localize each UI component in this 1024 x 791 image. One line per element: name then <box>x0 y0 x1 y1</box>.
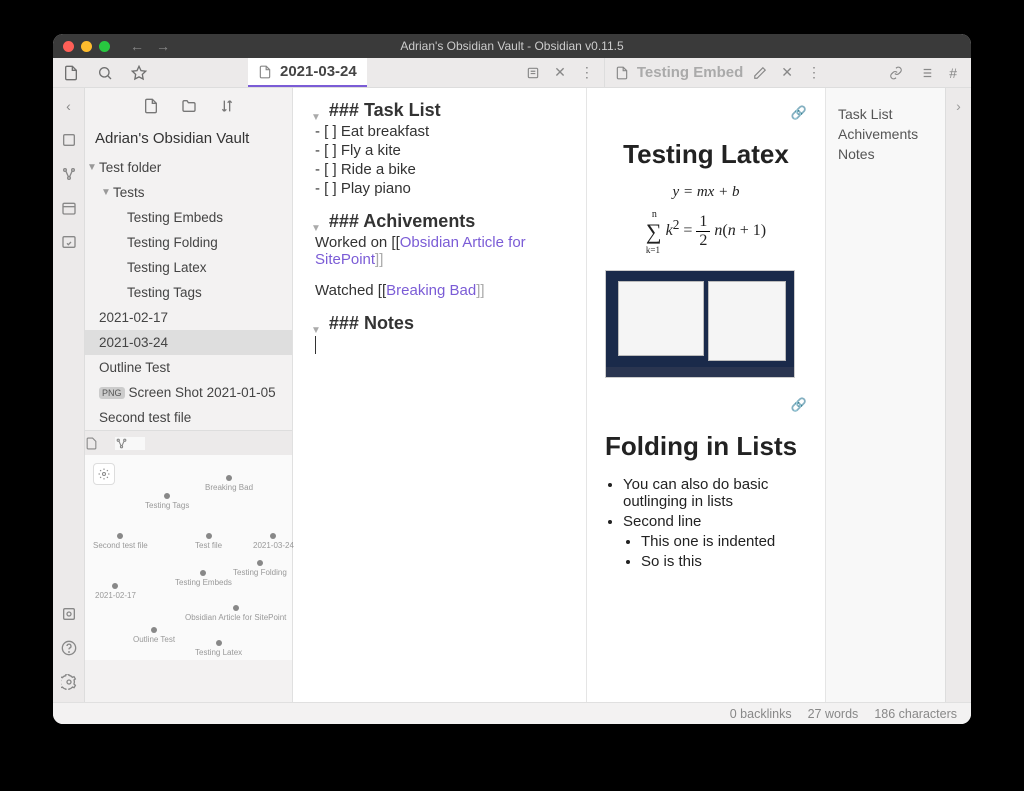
tab-preview-title: Testing Embed <box>637 64 743 81</box>
nav-arrows: ← → <box>130 38 170 54</box>
outline-icon[interactable] <box>919 66 933 80</box>
document-icon <box>258 65 272 79</box>
tab-preview-actions: ✕ ⋮ <box>753 58 831 87</box>
tree-file[interactable]: Second test file <box>85 405 292 430</box>
sidebar-tools <box>85 88 292 124</box>
text-cursor <box>315 336 316 354</box>
graph-canvas[interactable]: Breaking Bad Testing Tags Second test fi… <box>85 455 292 660</box>
right-pane-toolbar: # <box>831 58 971 87</box>
outline-item[interactable]: Task List <box>838 106 933 122</box>
tab-editor-actions: ✕ ⋮ <box>526 58 604 87</box>
nav-back-icon[interactable]: ← <box>130 38 144 54</box>
embedded-screenshot <box>605 270 795 378</box>
document-icon <box>615 66 629 80</box>
graph-view-icon[interactable] <box>61 166 77 182</box>
graph-tab-graph-icon[interactable] <box>115 437 145 450</box>
tab-preview[interactable]: Testing Embed <box>604 58 753 87</box>
status-words: 27 words <box>808 707 859 721</box>
tree-file[interactable]: Testing Latex <box>85 255 292 280</box>
left-ribbon: ‹ <box>53 88 85 702</box>
new-folder-icon[interactable] <box>181 98 197 114</box>
tree-folder[interactable]: ▼Tests <box>85 180 292 205</box>
status-bar: 0 backlinks 27 words 186 characters <box>53 702 971 724</box>
sort-icon[interactable] <box>219 98 235 114</box>
link-anchor-icon[interactable]: 🔗 <box>791 105 807 120</box>
star-icon[interactable] <box>131 65 147 81</box>
titlebar: ← → Adrian's Obsidian Vault - Obsidian v… <box>53 34 971 58</box>
daily-note-icon[interactable] <box>61 200 77 216</box>
collapse-right-icon[interactable]: › <box>956 98 961 114</box>
tab-editor-title: 2021-03-24 <box>280 63 357 80</box>
link-anchor-icon[interactable]: 🔗 <box>791 397 807 412</box>
status-chars: 186 characters <box>874 707 957 721</box>
editor-pane[interactable]: ▼### Task List - [ ] Eat breakfast - [ ]… <box>293 88 587 702</box>
file-explorer-icon[interactable] <box>63 65 79 81</box>
top-toolbar: 2021-03-24 ✕ ⋮ Testing Embed ✕ ⋮ <box>53 58 971 88</box>
app-window: ← → Adrian's Obsidian Vault - Obsidian v… <box>53 34 971 724</box>
settings-icon[interactable] <box>61 674 77 690</box>
quick-switcher-icon[interactable] <box>61 132 77 148</box>
maximize-window[interactable] <box>99 41 110 52</box>
tree-file[interactable]: 2021-02-17 <box>85 305 292 330</box>
right-ribbon: › <box>945 88 971 702</box>
preview-pane[interactable]: 🔗 Testing Latex y = mx + b n ∑ k=1 k2 = … <box>587 88 825 702</box>
status-backlinks[interactable]: 0 backlinks <box>730 707 792 721</box>
vault-name: Adrian's Obsidian Vault <box>85 124 292 155</box>
nav-forward-icon[interactable]: → <box>156 38 170 54</box>
graph-settings-icon[interactable] <box>93 463 115 485</box>
outline-pane: Task List Achivements Notes <box>825 88 945 702</box>
edit-icon[interactable] <box>753 66 767 80</box>
close-tab-icon[interactable]: ✕ <box>554 64 566 81</box>
backlinks-icon[interactable] <box>889 66 903 80</box>
outline-item[interactable]: Achivements <box>838 126 933 142</box>
collapse-sidebar-icon[interactable]: ‹ <box>66 98 71 114</box>
traffic-lights <box>63 41 110 52</box>
vault-icon[interactable] <box>61 606 77 622</box>
tree-folder[interactable]: ▼Test folder <box>85 155 292 180</box>
math-inline: y = mx + b <box>605 184 807 201</box>
local-graph-panel: Breaking Bad Testing Tags Second test fi… <box>85 430 292 660</box>
preview-toggle-icon[interactable] <box>526 66 540 80</box>
tree-file[interactable]: Testing Embeds <box>85 205 292 230</box>
file-tree: ▼Test folder ▼Tests Testing Embeds Testi… <box>85 155 292 430</box>
window-title: Adrian's Obsidian Vault - Obsidian v0.11… <box>53 39 971 53</box>
template-icon[interactable] <box>61 234 77 250</box>
search-icon[interactable] <box>97 65 113 81</box>
sidebar-top-tools <box>53 58 248 87</box>
math-block: n ∑ k=1 k2 = 12 n(n + 1) <box>605 213 807 250</box>
preview-list: You can also do basic outlinging in list… <box>623 476 807 570</box>
more-icon[interactable]: ⋮ <box>807 64 821 81</box>
outline-item[interactable]: Notes <box>838 146 933 162</box>
more-icon[interactable]: ⋮ <box>580 64 594 81</box>
help-icon[interactable] <box>61 640 77 656</box>
graph-tab-file-icon[interactable] <box>85 437 115 450</box>
internal-link[interactable]: Breaking Bad <box>386 282 476 299</box>
tree-file[interactable]: Testing Folding <box>85 230 292 255</box>
tree-file[interactable]: Outline Test <box>85 355 292 380</box>
tree-file-selected[interactable]: 2021-03-24 <box>85 330 292 355</box>
close-tab-icon[interactable]: ✕ <box>781 64 793 81</box>
file-sidebar: Adrian's Obsidian Vault ▼Test folder ▼Te… <box>85 88 293 702</box>
tree-file[interactable]: PNGScreen Shot 2021-01-05 <box>85 380 292 405</box>
tab-editor[interactable]: 2021-03-24 <box>248 58 367 87</box>
tree-file[interactable]: Testing Tags <box>85 280 292 305</box>
tags-icon[interactable]: # <box>949 65 957 81</box>
new-note-icon[interactable] <box>143 98 159 114</box>
close-window[interactable] <box>63 41 74 52</box>
minimize-window[interactable] <box>81 41 92 52</box>
